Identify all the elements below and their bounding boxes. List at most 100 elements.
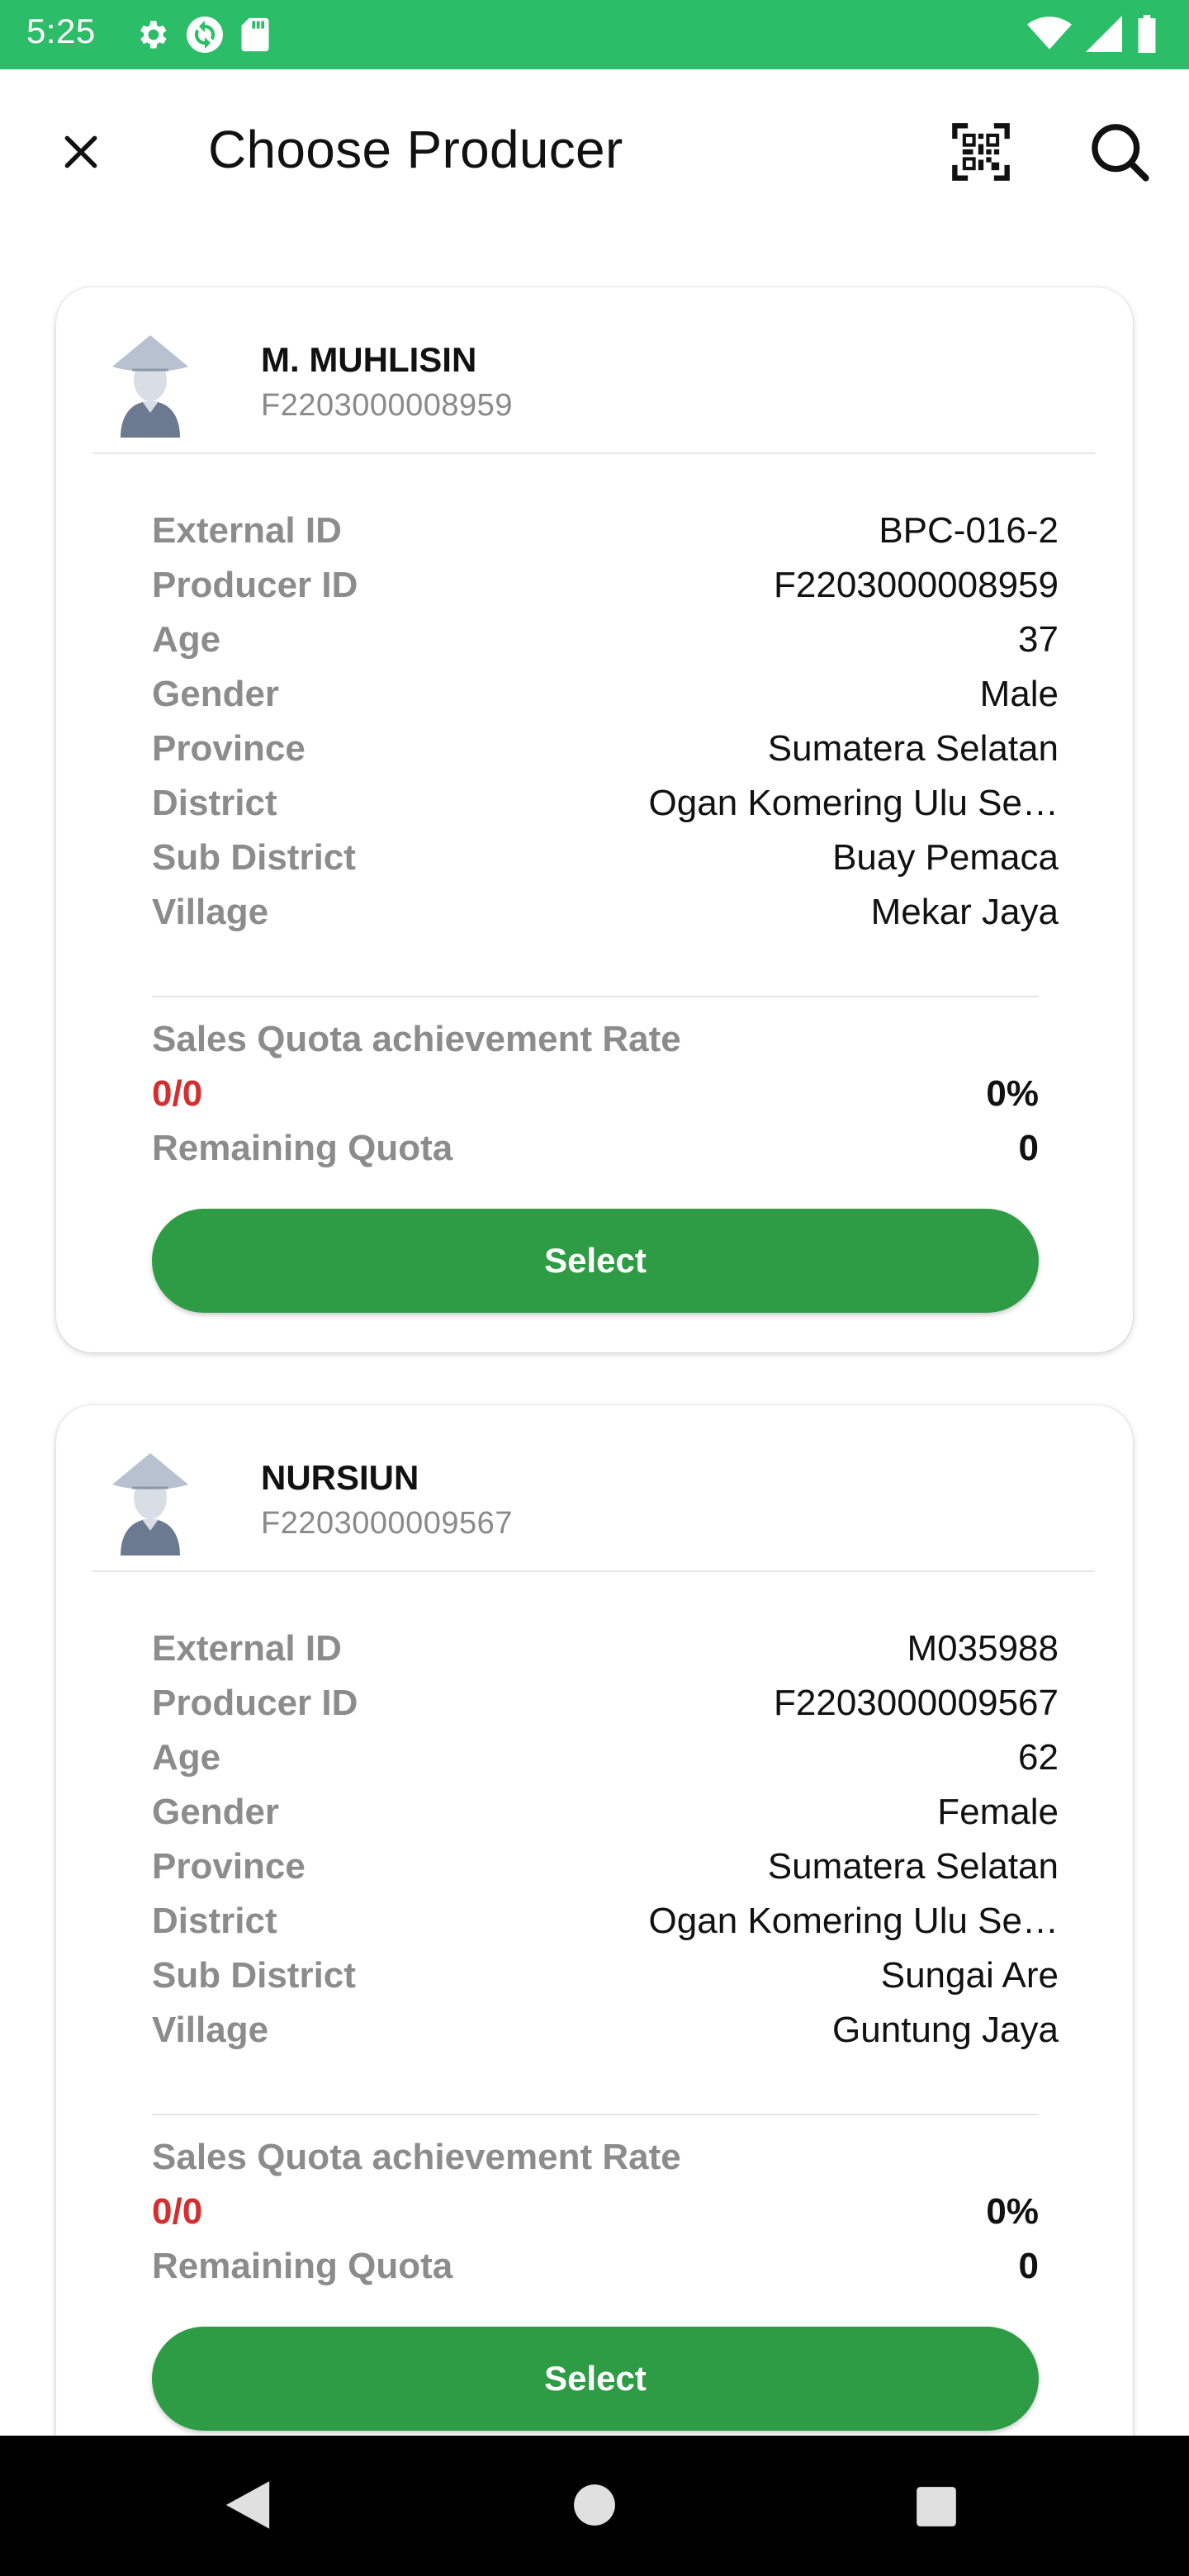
detail-label: External ID — [152, 1628, 342, 1669]
detail-value: Sungai Are — [880, 1955, 1059, 1996]
detail-label: Sub District — [152, 837, 356, 878]
battery-icon — [1138, 15, 1156, 53]
remaining-quota-row: Remaining Quota 0 — [152, 2239, 1039, 2294]
close-button[interactable] — [50, 121, 112, 183]
detail-value: F2203000008959 — [774, 565, 1059, 605]
producer-name: M. MUHLISIN — [261, 340, 477, 379]
detail-value: Sumatera Selatan — [767, 728, 1059, 769]
detail-label: Village — [152, 2010, 269, 2050]
select-button[interactable]: Select — [152, 1209, 1039, 1313]
detail-label: Age — [152, 619, 221, 660]
detail-value: Ogan Komering Ulu Se… — [648, 783, 1059, 823]
detail-label: Province — [152, 728, 306, 769]
search-icon — [1092, 124, 1149, 182]
detail-row-producer-id: Producer ID F2203000008959 — [152, 558, 1059, 613]
farmer-avatar-icon — [112, 1453, 188, 1556]
detail-value: M035988 — [907, 1628, 1059, 1669]
home-circle-icon[interactable] — [573, 2484, 616, 2526]
detail-row-producer-id: Producer ID F2203000009567 — [152, 1676, 1059, 1731]
quota-rate-label-row: Sales Quota achievement Rate — [152, 2130, 1039, 2185]
quota-rate-label: Sales Quota achievement Rate — [152, 1019, 681, 1059]
quota-ratio-row: 0/0 0% — [152, 1067, 1039, 1121]
producer-details: External ID M035988 Producer ID F2203000… — [152, 1622, 1059, 2057]
detail-row-age: Age 37 — [152, 613, 1059, 667]
close-icon — [64, 135, 97, 168]
quota-rate-label: Sales Quota achievement Rate — [152, 2137, 681, 2177]
sales-quota-section: Sales Quota achievement Rate 0/0 0% Rema… — [152, 2114, 1039, 2294]
detail-label: Sub District — [152, 1955, 356, 1996]
remaining-quota-row: Remaining Quota 0 — [152, 1121, 1039, 1176]
detail-label: District — [152, 783, 277, 823]
detail-value: Ogan Komering Ulu Se… — [648, 1901, 1059, 1941]
detail-value: Female — [937, 1792, 1059, 1832]
back-triangle-icon[interactable] — [221, 2477, 274, 2533]
detail-row-village: Village Guntung Jaya — [152, 2003, 1059, 2057]
detail-row-village: Village Mekar Jaya — [152, 885, 1059, 940]
detail-value: Male — [979, 674, 1059, 714]
status-icons-left — [134, 15, 271, 54]
sales-quota-section: Sales Quota achievement Rate 0/0 0% Rema… — [152, 996, 1039, 1176]
detail-value: Buay Pemaca — [832, 837, 1059, 878]
quota-ratio: 0/0 — [152, 1073, 203, 1114]
sync-icon — [187, 17, 223, 53]
qr-scan-button[interactable] — [946, 117, 1016, 187]
detail-row-sub-district: Sub District Buay Pemaca — [152, 831, 1059, 885]
page-title: Choose Producer — [208, 120, 623, 179]
detail-value: BPC-016-2 — [879, 510, 1059, 551]
detail-label: Gender — [152, 674, 280, 714]
wifi-icon — [1027, 17, 1072, 50]
detail-label: Producer ID — [152, 565, 358, 605]
quota-ratio: 0/0 — [152, 2191, 203, 2232]
detail-value: F2203000009567 — [774, 1683, 1059, 1723]
status-bar: 5:25 — [0, 0, 1189, 69]
qr-code-scan-icon — [952, 123, 1010, 181]
remaining-quota-label: Remaining Quota — [152, 2246, 453, 2286]
status-time: 5:25 — [26, 12, 96, 50]
quota-percent: 0% — [986, 2191, 1039, 2232]
search-button[interactable] — [1085, 117, 1154, 187]
detail-row-district: District Ogan Komering Ulu Se… — [152, 776, 1059, 831]
detail-value: 62 — [1018, 1737, 1059, 1778]
app-bar: Choose Producer — [0, 69, 1189, 231]
detail-row-external-id: External ID M035988 — [152, 1622, 1059, 1676]
producer-code: F2203000008959 — [261, 388, 513, 423]
detail-row-district: District Ogan Komering Ulu Se… — [152, 1894, 1059, 1949]
detail-value: Sumatera Selatan — [767, 1846, 1059, 1887]
detail-row-sub-district: Sub District Sungai Are — [152, 1949, 1059, 2003]
producer-list[interactable]: M. MUHLISIN F2203000008959 External ID B… — [0, 231, 1189, 2436]
quota-percent: 0% — [986, 1073, 1039, 1114]
detail-row-age: Age 62 — [152, 1731, 1059, 1785]
detail-value: Guntung Jaya — [832, 2010, 1059, 2050]
detail-label: Producer ID — [152, 1683, 358, 1723]
producer-details: External ID BPC-016-2 Producer ID F22030… — [152, 504, 1059, 940]
detail-value: 37 — [1018, 619, 1059, 660]
detail-label: Village — [152, 892, 269, 932]
producer-card: M. MUHLISIN F2203000008959 External ID B… — [56, 287, 1133, 1352]
remaining-quota-label: Remaining Quota — [152, 1128, 453, 1168]
remaining-quota-value: 0 — [1018, 2246, 1039, 2286]
producer-code: F2203000009567 — [261, 1506, 513, 1541]
detail-label: Age — [152, 1737, 221, 1778]
detail-label: Gender — [152, 1792, 280, 1832]
detail-label: External ID — [152, 510, 342, 551]
select-button[interactable]: Select — [152, 2327, 1039, 2431]
system-nav-bar — [0, 2436, 1189, 2576]
signal-icon — [1086, 16, 1122, 52]
producer-card-header: NURSIUN F2203000009567 — [92, 1447, 1095, 1572]
gear-icon — [140, 21, 167, 49]
detail-row-external-id: External ID BPC-016-2 — [152, 504, 1059, 558]
detail-label: District — [152, 1901, 277, 1941]
sd-card-icon — [241, 17, 269, 52]
detail-value: Mekar Jaya — [870, 892, 1059, 932]
quota-ratio-row: 0/0 0% — [152, 2185, 1039, 2239]
status-icons-right — [1027, 15, 1158, 53]
detail-row-gender: Gender Male — [152, 667, 1059, 722]
quota-rate-label-row: Sales Quota achievement Rate — [152, 1012, 1039, 1067]
detail-row-province: Province Sumatera Selatan — [152, 1840, 1059, 1894]
remaining-quota-value: 0 — [1018, 1128, 1039, 1168]
farmer-avatar-icon — [112, 335, 188, 438]
detail-row-province: Province Sumatera Selatan — [152, 722, 1059, 776]
producer-card-header: M. MUHLISIN F2203000008959 — [92, 329, 1095, 454]
detail-label: Province — [152, 1846, 306, 1887]
recents-square-icon[interactable] — [915, 2485, 958, 2528]
